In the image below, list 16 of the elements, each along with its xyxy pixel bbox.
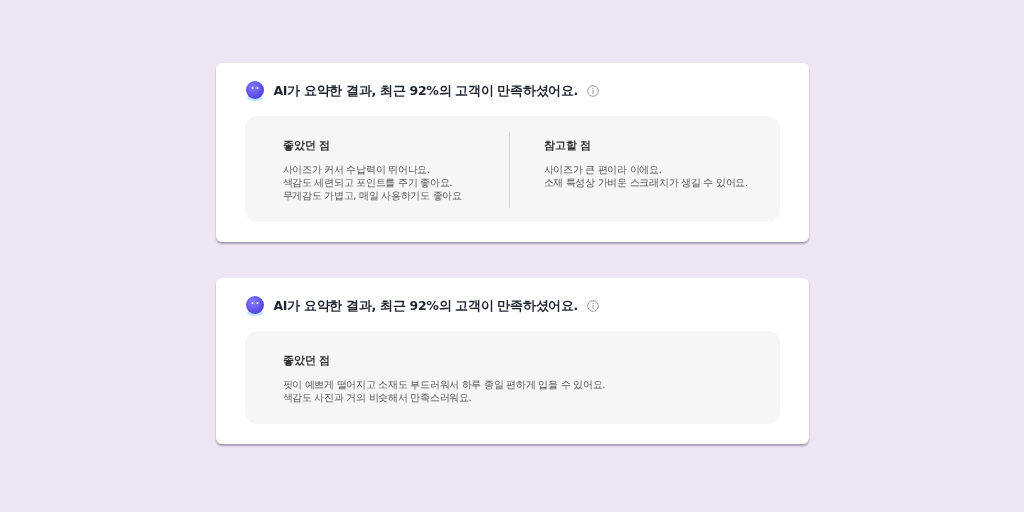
robot-icon <box>244 80 265 102</box>
summary-line: 소재 특성상 가벼운 스크래치가 생길 수 있어요. <box>543 176 749 189</box>
robot-icon <box>244 295 265 317</box>
summary-line: 사이즈가 큰 편이라 이에요. <box>543 163 663 176</box>
summary-line: 무게감도 가볍고, 매일 사용하기도 좋아요 <box>282 189 463 202</box>
summary-title: AI가 요약한 결과, 최근 92%의 고객이 만족하셨어요. <box>273 297 579 315</box>
section-heading: 좋았던 점 <box>282 138 332 153</box>
summary-line: 핏이 예쁘게 떨어지고 소재도 부드러워서 하루 종일 편하게 입을 수 있어요. <box>282 378 607 391</box>
summary-line: 색감도 세련되고 포인트를 주기 좋아요. <box>282 176 454 189</box>
section-heading: 좋았던 점 <box>282 353 332 368</box>
summary-line: 사이즈가 커서 수납력이 뛰어나요. <box>282 163 431 176</box>
info-icon[interactable] <box>587 85 600 97</box>
summary-title: AI가 요약한 결과, 최근 92%의 고객이 만족하셨어요. <box>273 82 579 100</box>
summary-line: 색감도 사진과 거의 비슷해서 만족스러워요. <box>282 391 473 404</box>
section-heading: 참고할 점 <box>543 138 593 153</box>
info-icon[interactable] <box>587 300 600 312</box>
